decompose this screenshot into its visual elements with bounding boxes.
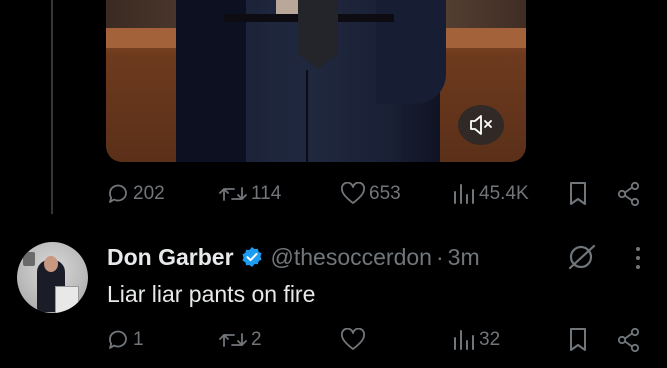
grok-icon [568, 244, 596, 270]
header-separator: · [435, 243, 444, 270]
heart-icon [341, 182, 365, 204]
avatar-logo [23, 252, 35, 266]
verified-badge-icon [241, 246, 263, 268]
reply-count: 1 [133, 329, 144, 350]
author-handle[interactable]: @thesoccerdon [271, 244, 432, 271]
bookmark-icon [570, 182, 586, 205]
reply-button[interactable]: 1 [106, 325, 144, 355]
repost-count: 2 [251, 329, 262, 350]
post-timestamp[interactable]: 3m [448, 244, 480, 271]
bookmark-button[interactable] [568, 179, 588, 209]
views-button[interactable]: 45.4K [452, 179, 529, 209]
share-button[interactable] [616, 179, 642, 209]
speaker-muted-icon [470, 115, 492, 135]
grok-button[interactable] [566, 243, 598, 276]
post-text: Liar liar pants on fire [107, 281, 316, 307]
avatar[interactable] [17, 242, 88, 313]
bookmark-button[interactable] [568, 325, 588, 355]
media-trouser-seam [306, 70, 308, 162]
reply-count: 202 [133, 183, 165, 204]
post-header: Don Garber @thesoccerdon · 3m [107, 241, 480, 273]
repost-icon [219, 187, 247, 201]
share-icon [617, 327, 640, 353]
reply-button[interactable]: 202 [106, 179, 165, 209]
share-icon [617, 181, 640, 207]
thread-connector-line [51, 0, 53, 214]
view-count: 45.4K [479, 183, 529, 204]
share-button[interactable] [616, 325, 642, 355]
previous-post-action-bar: 202 114 653 45.4K [106, 179, 646, 209]
more-options-button[interactable] [631, 245, 645, 276]
like-count: 653 [369, 183, 401, 204]
more-vertical-icon [636, 247, 640, 269]
like-button[interactable] [340, 325, 369, 355]
media-jacket-left [176, 0, 246, 162]
avatar-face [44, 256, 58, 272]
heart-icon [341, 328, 365, 350]
repost-icon [219, 333, 247, 347]
views-button[interactable]: 32 [452, 325, 500, 355]
repost-count: 114 [251, 183, 282, 204]
avatar-podium [55, 286, 79, 313]
reply-icon [109, 184, 127, 203]
like-button[interactable]: 653 [340, 179, 401, 209]
bookmark-icon [570, 328, 586, 351]
analytics-bars-icon [454, 184, 474, 204]
post-action-bar: 1 2 32 [106, 325, 646, 355]
reply-icon [109, 330, 127, 349]
author-name[interactable]: Don Garber [107, 244, 234, 271]
unmute-button[interactable] [458, 105, 504, 145]
view-count: 32 [479, 329, 501, 350]
repost-button[interactable]: 2 [218, 325, 262, 355]
repost-button[interactable]: 114 [218, 179, 281, 209]
analytics-bars-icon [454, 330, 474, 350]
